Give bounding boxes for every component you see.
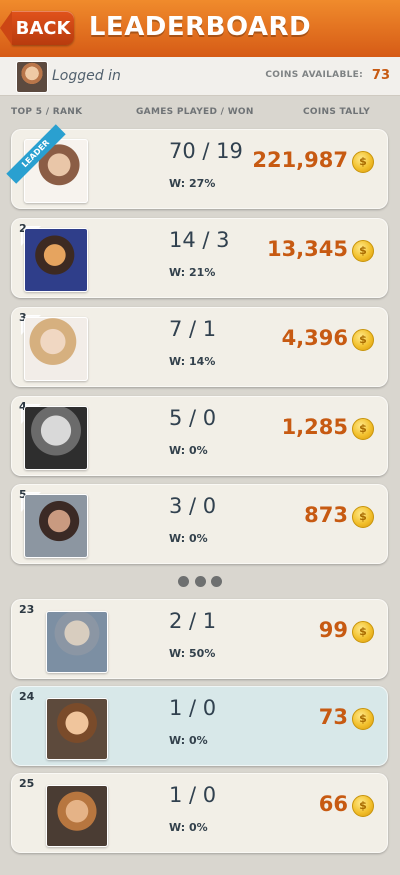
coin-icon: $: [352, 151, 374, 173]
leaderboard-row[interactable]: 25 1 / 0 W: 0% 66 $: [11, 773, 388, 853]
leaderboard-row[interactable]: 5 3 / 0 W: 0% 873 $: [11, 484, 388, 564]
player-photo: [46, 785, 108, 847]
win-percentage: W: 50%: [169, 647, 216, 660]
column-coins: COINS TALLY: [303, 107, 371, 117]
coins-tally: 4,396: [281, 326, 348, 350]
coin-icon: $: [352, 506, 374, 528]
player-photo: [24, 228, 88, 292]
games-played-won: 1 / 0: [169, 696, 217, 720]
user-avatar[interactable]: [16, 61, 48, 93]
player-photo: [24, 317, 88, 381]
coins-available-label: COINS AVAILABLE:: [265, 70, 363, 80]
page-title: LEADERBOARD: [88, 12, 312, 42]
games-played-won: 14 / 3: [169, 228, 230, 252]
coin-icon: $: [352, 708, 374, 730]
player-photo: [24, 494, 88, 558]
win-percentage: W: 0%: [169, 734, 208, 747]
dot-icon: [211, 576, 222, 587]
coins-tally: 221,987: [252, 148, 348, 172]
games-played-won: 7 / 1: [169, 317, 217, 341]
coins-tally: 99: [318, 618, 348, 642]
coins-tally: 873: [304, 503, 348, 527]
coins-tally: 66: [318, 792, 348, 816]
user-status-bar: Logged in COINS AVAILABLE: 73: [0, 57, 400, 96]
rank-number: 24: [19, 690, 35, 703]
games-played-won: 1 / 0: [169, 783, 217, 807]
games-played-won: 70 / 19: [169, 139, 243, 163]
column-rank: TOP 5 / RANK: [11, 107, 83, 117]
dot-icon: [178, 576, 189, 587]
win-percentage: W: 14%: [169, 355, 216, 368]
rank-number: 23: [19, 603, 35, 616]
leaderboard-row[interactable]: 3 7 / 1 W: 14% 4,396 $: [11, 307, 388, 387]
leaderboard-row[interactable]: 2 14 / 3 W: 21% 13,345 $: [11, 218, 388, 298]
dot-icon: [194, 576, 206, 587]
coins-tally: 1,285: [281, 415, 348, 439]
leaderboard-row[interactable]: 23 2 / 1 W: 50% 99 $: [11, 599, 388, 679]
leaderboard-row[interactable]: LEADER 70 / 19 W: 27% 221,987 $: [6, 124, 388, 209]
coins-tally: 13,345: [266, 237, 348, 261]
coin-icon: $: [352, 621, 374, 643]
win-percentage: W: 0%: [169, 444, 208, 457]
win-percentage: W: 21%: [169, 266, 216, 279]
player-photo: [46, 698, 108, 760]
rank-number: 25: [19, 777, 35, 790]
coin-icon: $: [352, 329, 374, 351]
coins-tally: 73: [318, 705, 348, 729]
games-played-won: 2 / 1: [169, 609, 217, 633]
top-bar: BACK LEADERBOARD: [0, 0, 400, 57]
win-percentage: W: 0%: [169, 821, 208, 834]
player-photo: [46, 611, 108, 673]
column-games: GAMES PLAYED / WON: [136, 107, 254, 117]
player-photo: [24, 406, 88, 470]
games-played-won: 5 / 0: [169, 406, 217, 430]
leaderboard-row[interactable]: 4 5 / 0 W: 0% 1,285 $: [11, 396, 388, 476]
games-played-won: 3 / 0: [169, 494, 217, 518]
win-percentage: W: 0%: [169, 532, 208, 545]
coin-icon: $: [352, 240, 374, 262]
coins-available-value: 73: [371, 68, 390, 83]
login-status: Logged in: [52, 68, 121, 84]
coin-icon: $: [352, 795, 374, 817]
coin-icon: $: [352, 418, 374, 440]
leaderboard-row-current-user[interactable]: 24 1 / 0 W: 0% 73 $: [11, 686, 388, 766]
pagination-dots-icon: [178, 576, 222, 588]
win-percentage: W: 27%: [169, 177, 216, 190]
